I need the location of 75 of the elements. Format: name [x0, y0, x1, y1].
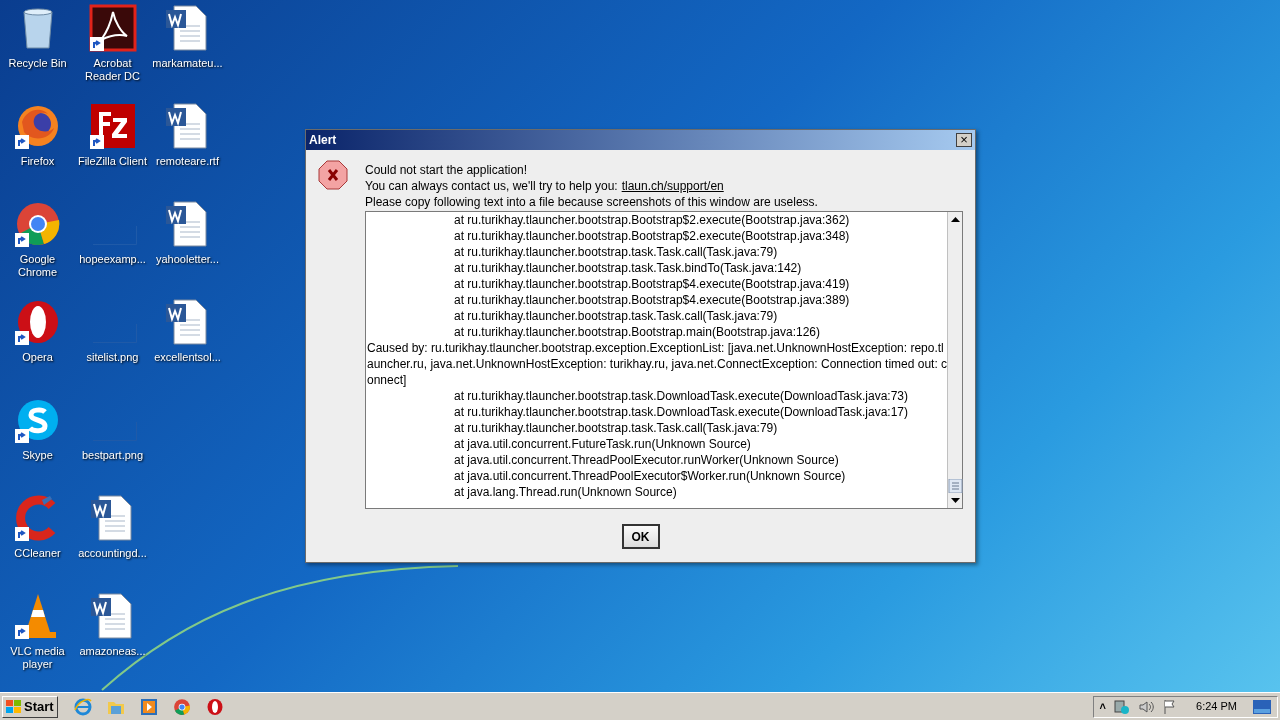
close-button[interactable]: × [956, 133, 972, 147]
desktop-icon[interactable]: yahooletter... [150, 200, 225, 298]
desktop-icon[interactable]: Recycle Bin [0, 4, 75, 102]
desktop-icon-label: markamateu... [151, 57, 224, 70]
show-hidden-icons-button[interactable]: ˄ [1099, 698, 1107, 715]
desktop-icon[interactable]: amazoneas... [75, 592, 150, 690]
chrome-icon[interactable] [172, 697, 191, 716]
desktop-icon-label: bestpart.png [80, 449, 145, 462]
log-line: at ru.turikhay.tlauncher.bootstrap.Bootstrap$4.execute(Bootstrap.java:419) [453, 276, 851, 292]
desktop-icon-label: CCleaner [13, 547, 62, 560]
desktop-icon-label: Firefox [19, 155, 56, 168]
log-line: at ru.turikhay.tlauncher.bootstrap.task.DownloadTask.execute(DownloadTask.java:73) [453, 388, 910, 404]
media-player-icon[interactable] [139, 697, 158, 716]
desktop-icon-label: accountingd... [77, 547, 148, 560]
log-line: at ru.turikhay.tlauncher.bootstrap.task.Task.bindTo(Task.java:142) [453, 260, 803, 276]
desktop-icon[interactable]: markamateu... [150, 4, 225, 102]
windows-logo-icon [6, 699, 22, 714]
network-icon[interactable] [1114, 698, 1131, 715]
log-line: at ru.turikhay.tlauncher.bootstrap.task.DownloadTask.execute(DownloadTask.java:17) [453, 404, 910, 420]
acrobat-icon [88, 4, 137, 52]
desktop-icon[interactable]: Google Chrome [0, 200, 75, 298]
window-title: Alert [309, 132, 337, 149]
desktop-icon[interactable]: remoteare.rtf [150, 102, 225, 200]
desktop-icon-label: amazoneas... [78, 645, 147, 658]
clock[interactable]: 6:24 PM [1196, 698, 1237, 715]
log-line: at java.util.concurrent.ThreadPoolExecutor$Worker.run(Unknown Source) [453, 468, 847, 484]
log-line: at ru.turikhay.tlauncher.bootstrap.task.Task.call(Task.java:79) [453, 308, 779, 324]
support-link[interactable]: tlaun.ch/support/en [621, 178, 724, 194]
filezilla-icon [88, 102, 137, 150]
show-desktop-icon[interactable] [1253, 699, 1271, 714]
desktop-icon-label: remoteare.rtf [155, 155, 220, 168]
desktop-icon[interactable]: hopeexamp... [75, 200, 150, 298]
desktop-icon-label: FileZilla Client [76, 155, 149, 168]
desktop-icon-label: Skype [21, 449, 54, 462]
ok-button[interactable]: OK [621, 524, 660, 549]
scroll-thumb-icon[interactable] [948, 479, 963, 493]
desktop-icon[interactable]: FileZilla Client [75, 102, 150, 200]
desktop-icon-label: Google Chrome [16, 253, 59, 279]
desktop-icon[interactable]: excellentsol... [150, 298, 225, 396]
log-line: at ru.turikhay.tlauncher.bootstrap.Bootstrap$2.execute(Bootstrap.java:362) [453, 212, 851, 228]
desktop-icon[interactable]: sitelist.png [75, 298, 150, 396]
log-line: at ru.turikhay.tlauncher.bootstrap.task.Task.call(Task.java:79) [453, 244, 779, 260]
log-line: at ru.turikhay.tlauncher.bootstrap.task.Task.call(Task.java:79) [453, 420, 779, 436]
desktop-icon[interactable]: CCleaner [0, 494, 75, 592]
error-icon [318, 160, 348, 190]
desktop-icon[interactable]: bestpart.png [75, 396, 150, 494]
internet-explorer-icon[interactable] [73, 697, 92, 716]
speaker-icon[interactable] [1138, 698, 1155, 715]
log-line: at ru.turikhay.tlauncher.bootstrap.Bootstrap$4.execute(Bootstrap.java:389) [453, 292, 851, 308]
desktop-icon-label: VLC media player [9, 645, 66, 671]
log-text-area[interactable] [365, 211, 963, 509]
desktop-icon-label: sitelist.png [85, 351, 140, 364]
desktop-icon-label: Opera [21, 351, 54, 364]
start-button[interactable]: Start [2, 695, 58, 718]
desktop-icon[interactable]: Acrobat Reader DC [75, 4, 150, 102]
log-line: at ru.turikhay.tlauncher.bootstrap.Bootstrap.main(Bootstrap.java:126) [453, 324, 821, 340]
contact-text: You can always contact us, we'll try to help you: [365, 178, 618, 194]
desktop-icon[interactable]: Skype [0, 396, 75, 494]
desktop-icon-label: excellentsol... [153, 351, 222, 364]
log-line: at java.lang.Thread.run(Unknown Source) [453, 484, 678, 500]
desktop-icon[interactable]: VLC media player [0, 592, 75, 690]
log-line: at java.util.concurrent.ThreadPoolExecutor.runWorker(Unknown Source) [453, 452, 840, 468]
desktop-icon[interactable]: Firefox [0, 102, 75, 200]
desktop-icon-label: yahooletter... [155, 253, 220, 266]
log-line: at java.util.concurrent.FutureTask.run(Unknown Source) [453, 436, 752, 452]
desktop-icon-label: Recycle Bin [7, 57, 68, 70]
opera-icon[interactable] [205, 697, 224, 716]
error-message: Could not start the application! [365, 162, 529, 178]
desktop-icon-label: Acrobat Reader DC [84, 57, 141, 83]
instruction-text: Please copy following text into a file because screenshots of this window are useless. [365, 194, 819, 210]
desktop-icon-label: hopeexamp... [78, 253, 147, 266]
log-line: at ru.turikhay.tlauncher.bootstrap.Bootstrap$2.execute(Bootstrap.java:348) [453, 228, 851, 244]
desktop-icon[interactable]: accountingd... [75, 494, 150, 592]
desktop-icon[interactable]: Opera [0, 298, 75, 396]
scrollbar[interactable] [947, 212, 962, 508]
